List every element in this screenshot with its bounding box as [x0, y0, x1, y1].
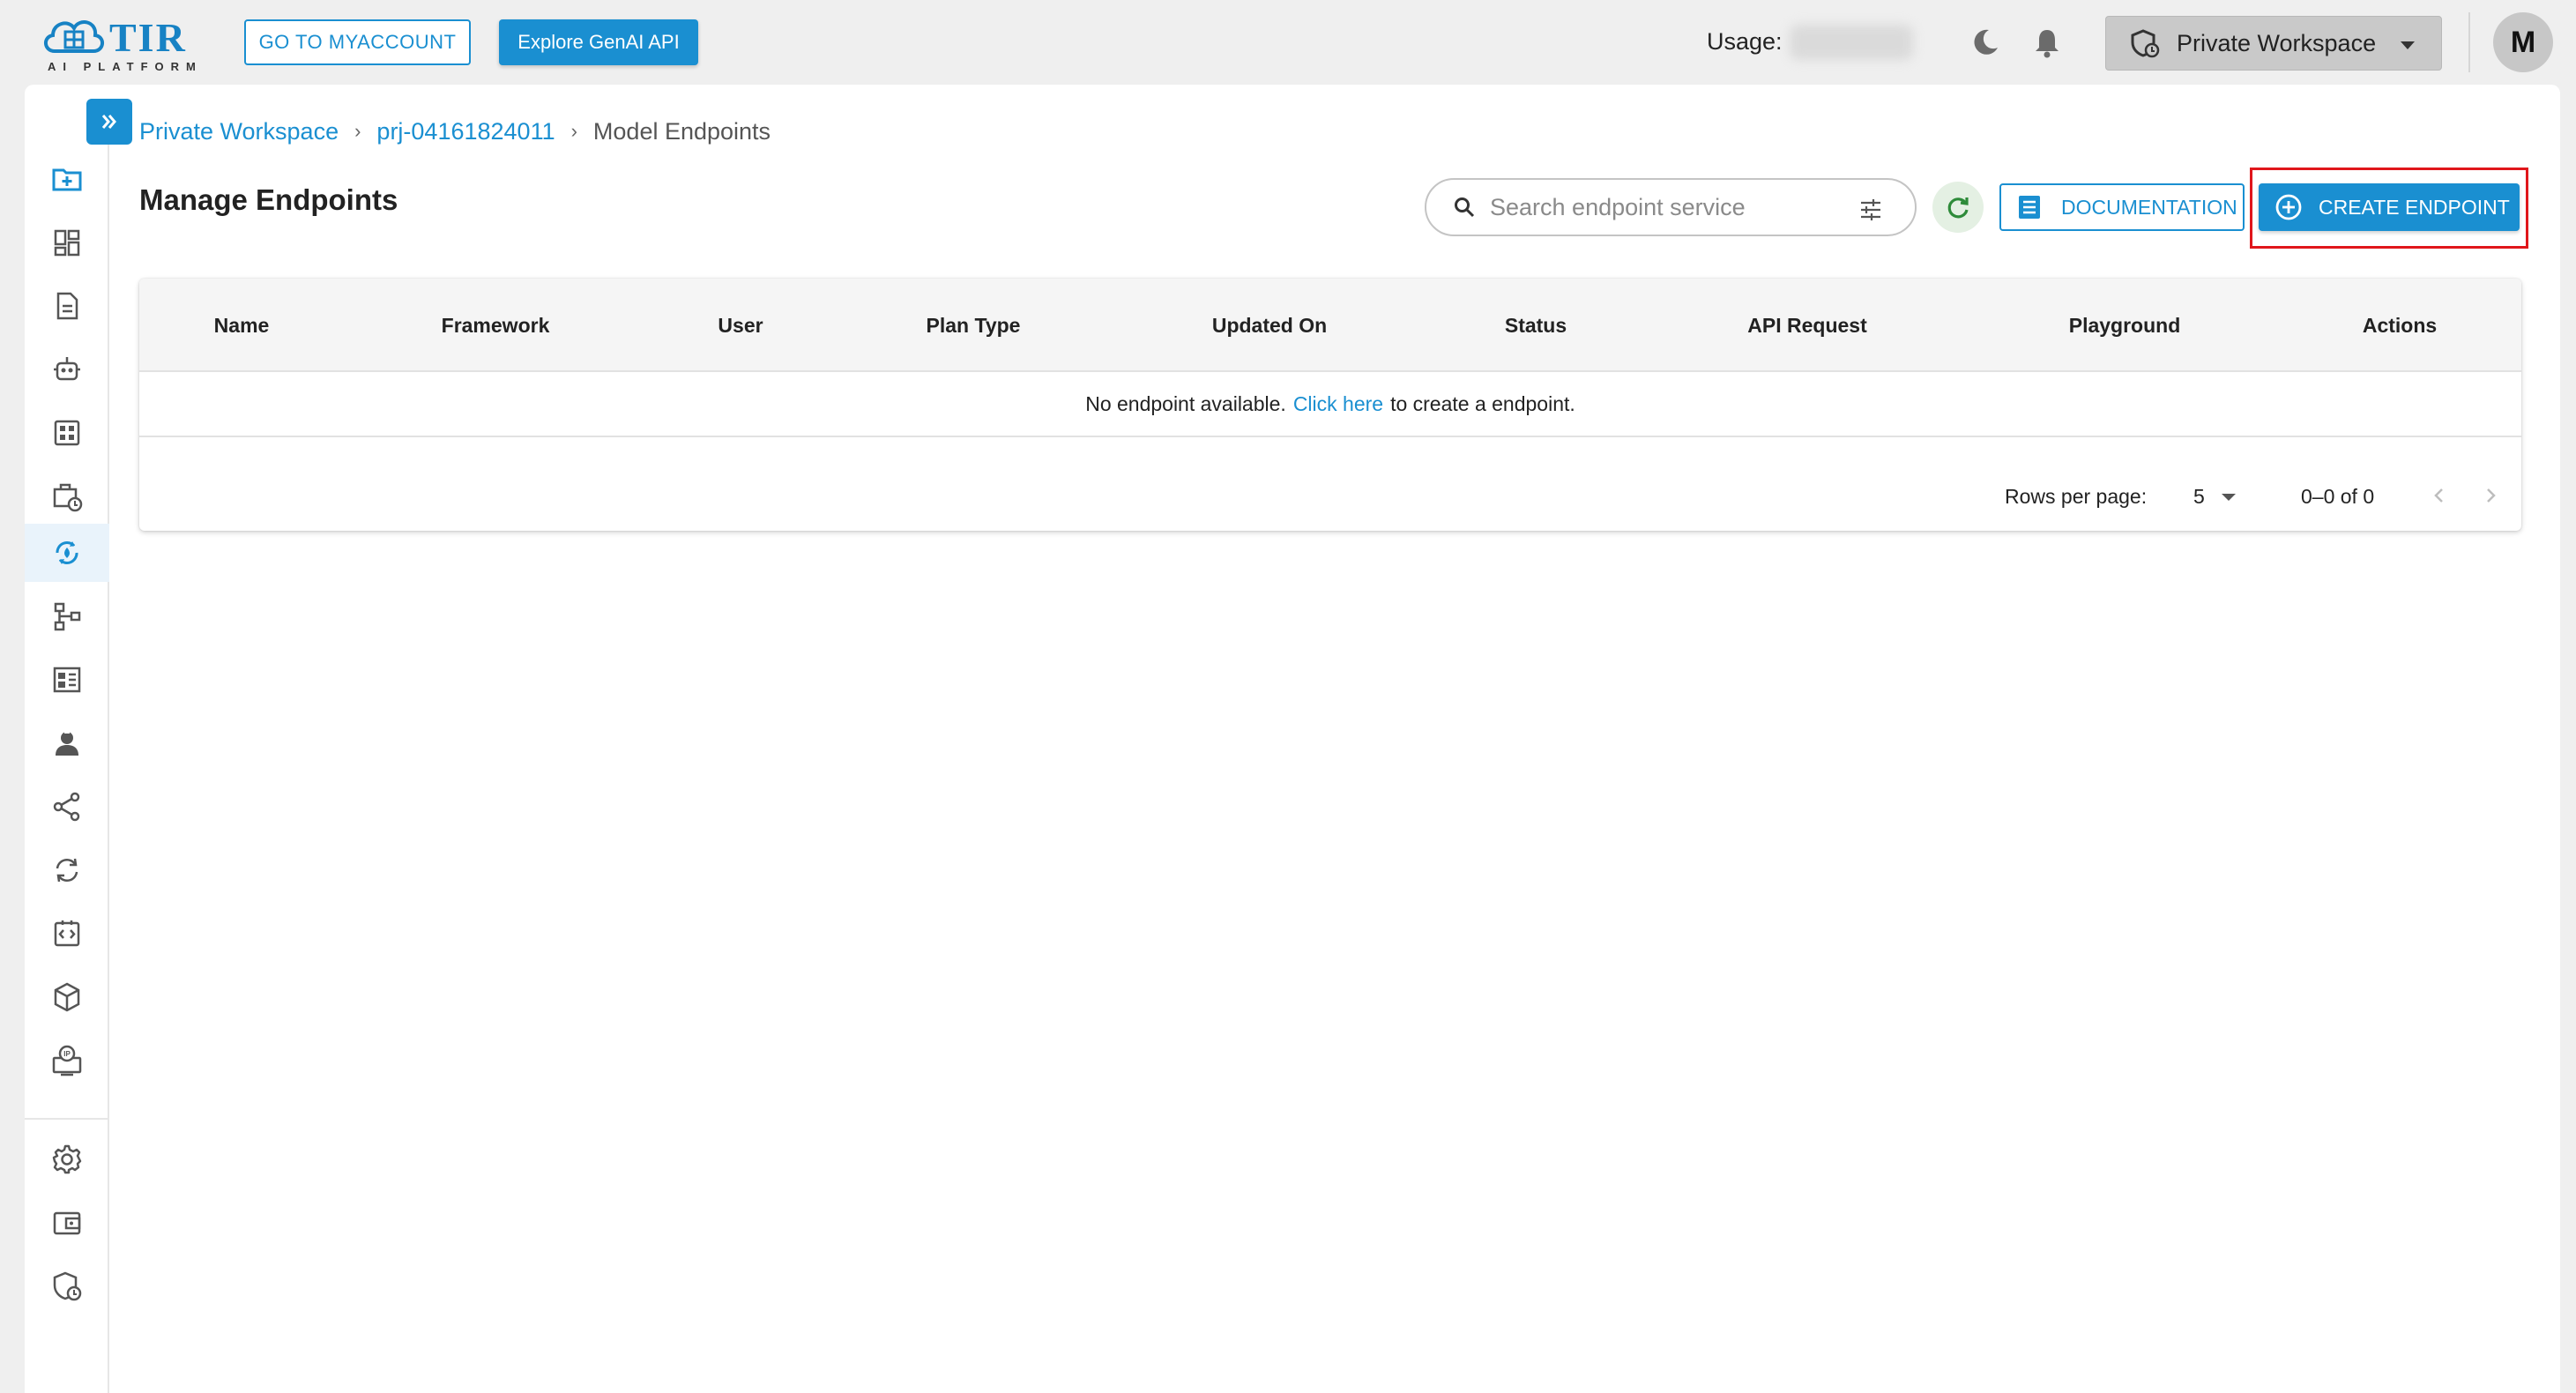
rows-per-page-label: Rows per page: [2005, 485, 2148, 508]
column-header-user[interactable]: User [718, 314, 763, 338]
billing-wallet-icon [53, 1211, 81, 1235]
rows-per-page-dropdown-icon[interactable] [2222, 494, 2236, 501]
empty-state-suffix: to create a endpoint. [1390, 391, 1575, 415]
rows-per-page-select[interactable]: 5 [2193, 485, 2205, 509]
table-pagination: Rows per page: 5 0–0 of 0 [139, 439, 2521, 531]
pipelines-hierarchy-icon [54, 602, 81, 631]
topbar-divider [2468, 12, 2470, 72]
integrations-share-icon [53, 792, 80, 822]
breadcrumb-project-link[interactable]: prj-04161824011 [376, 118, 555, 145]
sidebar-item-model-repo[interactable] [25, 968, 109, 1026]
workspace-shield-icon [2131, 29, 2160, 58]
usage-value-redacted [1790, 25, 1913, 60]
sidebar-item-settings[interactable] [25, 1130, 109, 1188]
new-project-folder-icon [52, 168, 82, 191]
double-chevron-right-icon [101, 115, 116, 129]
column-header-status[interactable]: Status [1505, 314, 1567, 338]
go-to-myaccount-button[interactable]: GO TO MYACCOUNT [244, 19, 471, 65]
sidebar-item-dashboard[interactable] [25, 213, 109, 272]
chevron-left-icon [2434, 488, 2443, 503]
documentation-button-label: DOCUMENTATION [2061, 195, 2237, 219]
table-header: Name Framework User Plan Type Updated On… [139, 279, 2521, 372]
sync-icon [56, 858, 78, 883]
logo-tagline: AI PLATFORM [48, 60, 203, 73]
column-header-framework[interactable]: Framework [442, 314, 550, 338]
cloud-logo-icon [44, 20, 104, 53]
sidebar-item-billing[interactable] [25, 1194, 109, 1252]
model-endpoints-icon [56, 541, 78, 564]
create-endpoint-link[interactable]: Click here [1293, 392, 1383, 416]
page-title: Manage Endpoints [139, 183, 398, 216]
model-repository-cube-icon [54, 982, 80, 1012]
column-header-name[interactable]: Name [214, 314, 270, 338]
empty-state-text: No endpoint available. [1085, 391, 1286, 415]
chevron-right-icon [2487, 488, 2496, 503]
user-support-icon [56, 730, 78, 756]
column-header-updated-on[interactable]: Updated On [1212, 314, 1327, 338]
svg-text:IP: IP [63, 1050, 71, 1058]
sidebar-item-integrations[interactable] [25, 778, 109, 836]
usage-label: Usage: [1707, 28, 1783, 55]
empty-state-row: No endpoint available. Click here to cre… [139, 372, 2521, 437]
notifications-bell-icon[interactable] [2029, 25, 2065, 60]
sidebar-item-pipelines[interactable] [25, 587, 109, 645]
chevron-down-icon [2401, 41, 2415, 49]
logo-wordmark: TIR [109, 15, 187, 60]
breadcrumb-separator: › [354, 120, 361, 142]
tir-logo[interactable]: TIR AI PLATFORM [39, 11, 206, 76]
datasets-table-icon [53, 667, 81, 693]
sidebar-item-training[interactable] [25, 467, 109, 525]
dashboard-icon [54, 229, 80, 257]
security-shield-icon [53, 1271, 82, 1301]
workspace-selector-label: Private Workspace [2177, 29, 2377, 56]
sidebar-item-apps[interactable] [25, 404, 109, 462]
sidebar-item-agents[interactable] [25, 340, 109, 399]
previous-page-button[interactable] [2424, 478, 2454, 513]
sidebar-item-reserved-ip[interactable]: IP [25, 1032, 109, 1090]
expand-sidebar-button[interactable] [86, 99, 132, 145]
dark-mode-moon-icon[interactable] [1968, 25, 2003, 60]
training-jobs-briefcase-icon [53, 483, 83, 512]
search-box[interactable] [1425, 178, 1917, 236]
workspace-selector[interactable]: Private Workspace [2105, 16, 2442, 71]
search-input[interactable] [1490, 193, 1843, 221]
user-avatar[interactable]: M [2493, 12, 2553, 72]
top-bar: TIR AI PLATFORM GO TO MYACCOUNT Explore … [0, 0, 2576, 85]
next-page-button[interactable] [2475, 478, 2505, 513]
documentation-icon [2019, 196, 2040, 219]
sidebar-item-new-project[interactable] [25, 150, 109, 208]
sidebar-divider [25, 1118, 109, 1120]
settings-gear-icon [52, 1144, 82, 1174]
sidebar: IP [25, 145, 109, 1393]
sidebar-item-api[interactable] [25, 905, 109, 963]
explore-genai-api-button[interactable]: Explore GenAI API [499, 19, 698, 65]
sidebar-item-security[interactable] [25, 1257, 109, 1315]
breadcrumb-separator: › [570, 120, 577, 142]
notebook-document-icon [56, 292, 78, 320]
column-header-api-request[interactable]: API Request [1747, 314, 1866, 338]
bot-icon [54, 357, 80, 381]
refresh-icon [1947, 197, 1969, 219]
column-header-playground[interactable]: Playground [2069, 314, 2181, 338]
api-code-icon [54, 920, 80, 947]
sidebar-item-model-endpoints[interactable] [25, 524, 109, 582]
sidebar-item-support[interactable] [25, 714, 109, 772]
column-header-plan-type[interactable]: Plan Type [927, 314, 1021, 338]
breadcrumb-current-page: Model Endpoints [592, 117, 771, 145]
documentation-button[interactable]: DOCUMENTATION [1999, 183, 2245, 231]
sidebar-item-notebooks[interactable] [25, 277, 109, 335]
refresh-button[interactable] [1932, 182, 1984, 233]
sidebar-item-datasets[interactable] [25, 651, 109, 709]
filter-tune-icon[interactable] [1858, 197, 1883, 222]
sidebar-item-sync[interactable] [25, 841, 109, 899]
pagination-range: 0–0 of 0 [2301, 485, 2375, 508]
apps-grid-icon [54, 420, 80, 446]
endpoints-table: Name Framework User Plan Type Updated On… [139, 279, 2521, 531]
breadcrumb-workspace-link[interactable]: Private Workspace [139, 118, 339, 145]
breadcrumb: Private Workspace › prj-04161824011 › Mo… [139, 116, 771, 146]
reserved-ip-monitor-icon: IP [52, 1045, 82, 1076]
column-header-actions[interactable]: Actions [2363, 314, 2437, 338]
search-icon [1455, 197, 1475, 218]
create-endpoint-highlight [2250, 168, 2528, 249]
